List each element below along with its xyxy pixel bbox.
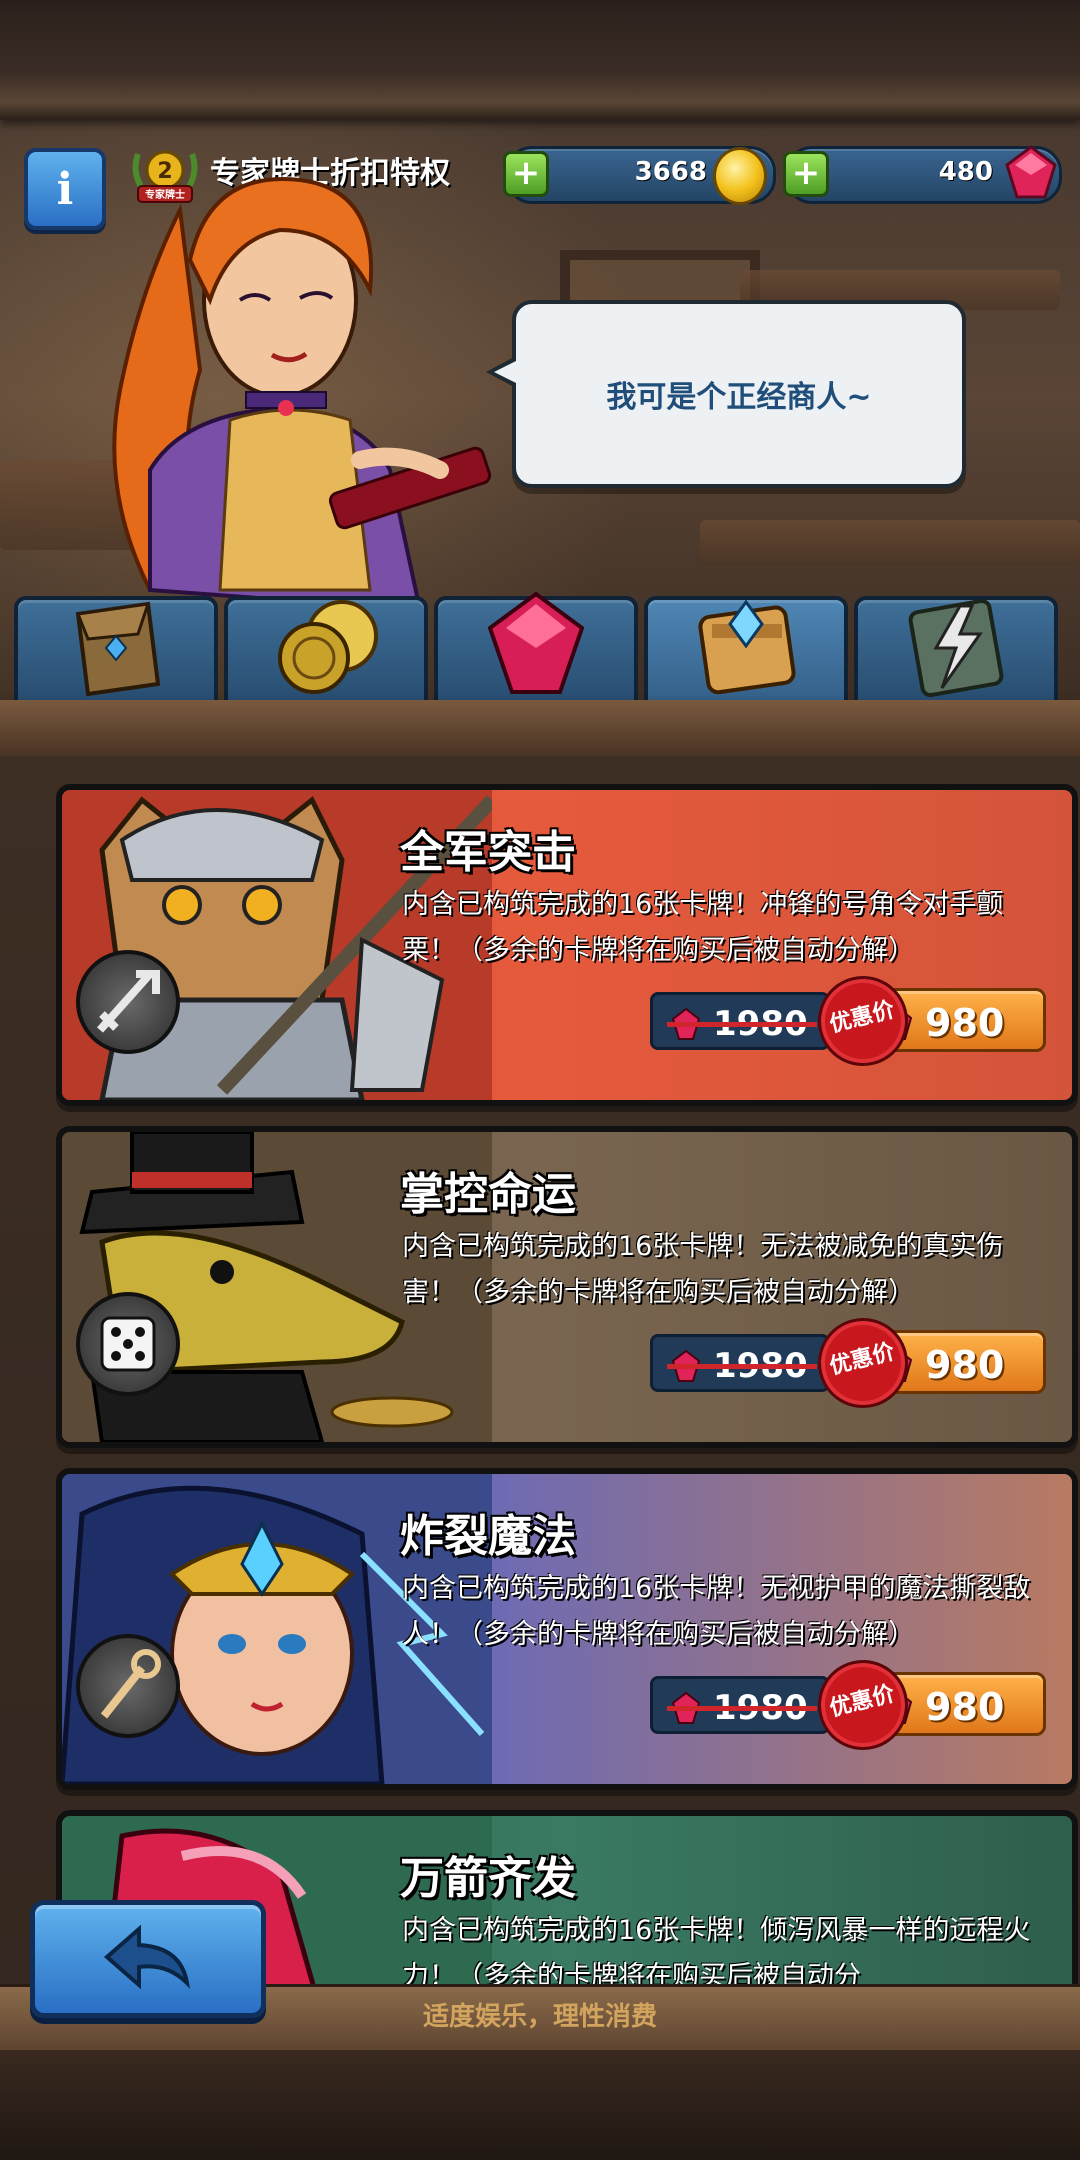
sword-icon bbox=[76, 950, 180, 1054]
offer-description: 内含已构筑完成的16张卡牌！无视护甲的魔法撕裂敌人！（多余的卡牌将在购买后被自动… bbox=[402, 1573, 1031, 1650]
offer-list[interactable]: 全军突击 内含已构筑完成的16张卡牌！冲锋的号角令对手颤栗！（多余的卡牌将在购买… bbox=[0, 756, 1080, 1986]
gem-counter: + 480 bbox=[783, 145, 1062, 204]
ruby-icon bbox=[487, 591, 585, 694]
original-price: 1980 bbox=[650, 1334, 830, 1392]
crystal-deck-icon bbox=[698, 599, 796, 695]
offer-card[interactable]: 掌控命运 内含已构筑完成的16张卡牌！无法被减免的真实伤害！（多余的卡牌将在购买… bbox=[56, 1126, 1078, 1448]
back-arrow-icon bbox=[103, 1924, 191, 1990]
original-price: 1980 bbox=[650, 992, 830, 1050]
offer-title: 万箭齐发 bbox=[400, 1853, 576, 1904]
add-gem-button[interactable]: + bbox=[783, 151, 829, 197]
merchant-speech-bubble: 我可是个正经商人~ bbox=[486, 300, 966, 488]
strikethrough-line bbox=[667, 1706, 817, 1711]
sale-badge: 优惠价 bbox=[808, 966, 918, 1076]
sale-badge: 优惠价 bbox=[808, 1650, 918, 1760]
gold-counter: + 3668 bbox=[503, 146, 776, 205]
sale-badge: 优惠价 bbox=[808, 1308, 918, 1418]
tab-shelf bbox=[0, 700, 1080, 756]
ceiling-beam bbox=[0, 0, 1080, 120]
gold-coin-icon bbox=[713, 147, 767, 205]
offer-title: 掌控命运 bbox=[400, 1169, 576, 1220]
staff-icon bbox=[76, 1634, 180, 1738]
sale-price-value: 980 bbox=[925, 1001, 1005, 1045]
offer-description: 内含已构筑完成的16张卡牌！倾泻风暴一样的远程火力！（多余的卡牌将在购买后被自动… bbox=[402, 1915, 1031, 1986]
original-price: 1980 bbox=[650, 1676, 830, 1734]
card-pouch-icon bbox=[75, 601, 161, 697]
offer-title: 全军突击 bbox=[400, 827, 576, 878]
sale-price-value: 980 bbox=[925, 1343, 1005, 1387]
offer-description: 内含已构筑完成的16张卡牌！冲锋的号角令对手颤栗！（多余的卡牌将在购买后被自动分… bbox=[402, 889, 1004, 966]
strikethrough-line bbox=[667, 1364, 817, 1369]
offer-card[interactable]: 炸裂魔法 内含已构筑完成的16张卡牌！无视护甲的魔法撕裂敌人！（多余的卡牌将在购… bbox=[56, 1468, 1078, 1790]
merchant-character bbox=[112, 177, 492, 610]
merchant-speech-text: 我可是个正经商人~ bbox=[606, 380, 872, 415]
gold-amount: 3668 bbox=[634, 157, 707, 187]
gem-amount: 480 bbox=[938, 157, 993, 187]
dice-icon bbox=[76, 1292, 180, 1396]
lightning-card-icon bbox=[908, 598, 1004, 698]
gold-coin-icon bbox=[278, 600, 378, 694]
offer-description: 内含已构筑完成的16张卡牌！无法被减免的真实伤害！（多余的卡牌将在购买后被自动分… bbox=[402, 1231, 1004, 1308]
back-button[interactable] bbox=[30, 1900, 266, 2018]
sale-price-value: 980 bbox=[925, 1685, 1005, 1729]
offer-card[interactable]: 全军突击 内含已构筑完成的16张卡牌！冲锋的号角令对手颤栗！（多余的卡牌将在购买… bbox=[56, 784, 1078, 1106]
strikethrough-line bbox=[667, 1022, 817, 1027]
ruby-icon bbox=[1005, 145, 1057, 199]
footer-floor bbox=[0, 2050, 1080, 2160]
offer-title: 炸裂魔法 bbox=[400, 1511, 576, 1562]
background-shelf bbox=[700, 520, 1080, 566]
